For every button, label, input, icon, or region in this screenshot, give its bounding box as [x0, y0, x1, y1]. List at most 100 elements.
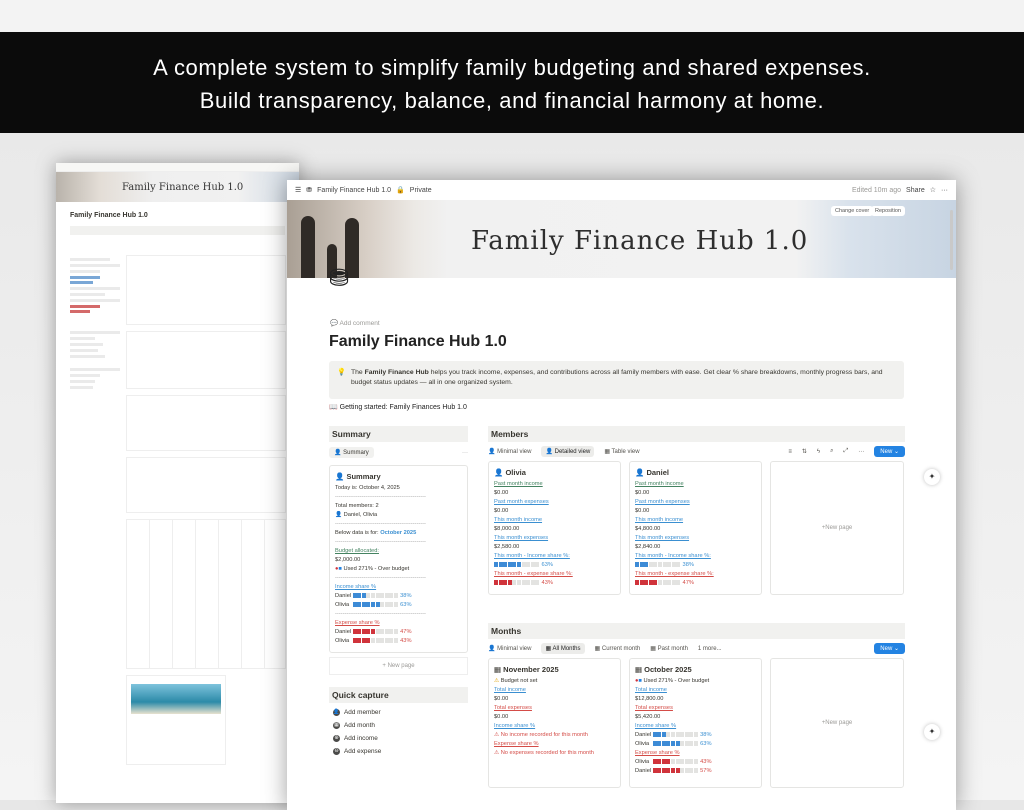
member-card[interactable]: 👤 Olivia Past month income $0.00 Past month… — [488, 461, 621, 595]
ai-assist-icon[interactable]: ✦ — [924, 469, 940, 485]
share-name: Olivia — [335, 602, 350, 608]
divider-2: ----------------------------------------… — [335, 521, 426, 527]
tab-all-months[interactable]: ▦ All Months — [541, 643, 585, 654]
month-income-share-label[interactable]: Income share % — [635, 722, 756, 731]
budget-allocated-label[interactable]: Budget allocated: — [335, 547, 462, 556]
quick-capture-list: 👤 Add member ▦ Add month ⊕ Add income ⊖ Add exp… — [329, 709, 468, 755]
this-income-label[interactable]: This month income — [494, 516, 615, 525]
past-income-label[interactable]: Past month income — [635, 480, 756, 489]
summary-card-title: 👤 Summary — [335, 472, 381, 481]
income-share-label[interactable]: Income share % — [335, 583, 462, 592]
members-new-button[interactable]: New ⌄ — [874, 446, 905, 457]
month-card[interactable]: ▦ November 2025 ⚠ Budget not set Total inc… — [488, 658, 621, 788]
thumbnail-callout — [70, 226, 285, 235]
quick-capture-heading: Quick capture — [329, 687, 468, 703]
month-status: ●■ Used 271% - Over budget — [635, 678, 710, 684]
member-card[interactable]: 👤 Daniel Past month income $0.00 Past month… — [629, 461, 762, 595]
tab-more[interactable]: 1 more... — [698, 646, 722, 652]
summary-card[interactable]: 👤 Summary Today is: October 4, 2025 ----… — [329, 465, 468, 653]
share-pct: 43% — [400, 638, 412, 644]
this-income-label[interactable]: This month income — [635, 516, 756, 525]
expense-share-label[interactable]: This month - expense share %: — [635, 570, 756, 579]
change-cover-button[interactable]: Change cover — [831, 206, 874, 216]
thumbnail-left-column — [70, 255, 120, 585]
quick-capture-item[interactable]: 👤 Add member — [333, 709, 468, 716]
total-income-label[interactable]: Total income — [635, 686, 756, 695]
cover-title: Family Finance Hub 1.0 — [471, 226, 809, 256]
thumbnail-months-board — [126, 331, 286, 389]
star-icon[interactable]: ☆ — [930, 186, 936, 194]
summary-view-tab[interactable]: 👤 Summary — [329, 447, 374, 458]
page-title[interactable]: Family Finance Hub 1.0 — [329, 333, 507, 351]
expense-share-label[interactable]: This month - expense share %: — [494, 570, 615, 579]
month-income-share-label[interactable]: Income share % — [494, 722, 615, 731]
month-expense-share-label[interactable]: Expense share % — [635, 749, 756, 758]
this-expenses-label[interactable]: This month expenses — [494, 534, 615, 543]
months-new-page[interactable]: + New page — [770, 658, 904, 788]
thumbnail-window: Family Finance Hub 1.0 Family Finance Hu… — [56, 163, 299, 803]
automation-icon[interactable]: ϟ — [817, 449, 820, 455]
summary-new-page[interactable]: + New page — [329, 657, 468, 675]
search-icon[interactable]: ⌕ — [830, 448, 833, 455]
ai-assist-icon-2[interactable]: ✦ — [924, 724, 940, 740]
members-section: Members 👤 Minimal view 👤 Detailed view ▦… — [488, 426, 905, 595]
past-expenses-label[interactable]: Past month expenses — [494, 498, 615, 507]
tab-current-month[interactable]: ▦ Current month — [595, 645, 641, 652]
past-income-label[interactable]: Past month income — [494, 480, 615, 489]
tab-past-month[interactable]: ▦ Past month — [650, 645, 688, 652]
privacy-label[interactable]: Private — [410, 187, 432, 194]
past-expenses-label[interactable]: Past month expenses — [635, 498, 756, 507]
share-name: Olivia — [335, 638, 350, 644]
share-pct: 47% — [400, 629, 412, 635]
members-tabs: 👤 Minimal view 👤 Detailed view ▦ Table v… — [488, 442, 905, 461]
scrollbar[interactable] — [950, 210, 953, 270]
tab-months-minimal[interactable]: 👤 Minimal view — [488, 645, 531, 652]
intro-callout: 💡 The Family Finance Hub helps you track… — [329, 361, 904, 399]
total-expenses-label[interactable]: Total expenses — [635, 704, 756, 713]
members-new-page[interactable]: + New page — [770, 461, 904, 595]
edited-label: Edited 10m ago — [851, 186, 902, 194]
quick-capture-item[interactable]: ⊕ Add income — [333, 735, 468, 742]
months-cards: ▦ November 2025 ⚠ Budget not set Total inc… — [488, 658, 905, 788]
breadcrumb[interactable]: Family Finance Hub 1.0 — [317, 187, 391, 194]
quick-capture-item[interactable]: ▦ Add month — [333, 722, 468, 729]
share-row: Olivia 43% — [335, 637, 462, 646]
tab-minimal-view[interactable]: 👤 Minimal view — [488, 448, 531, 455]
total-members: Total members: 2 — [335, 503, 379, 509]
thumbnail-members-board — [126, 255, 286, 325]
months-new-button[interactable]: New ⌄ — [874, 643, 905, 654]
quick-capture-icon: 👤 — [333, 709, 340, 716]
month-name: ▦ October 2025 — [635, 665, 692, 674]
income-share-bar: 63% — [494, 561, 615, 570]
filter-icon[interactable]: ≡ — [788, 449, 792, 455]
this-expenses-label[interactable]: This month expenses — [635, 534, 756, 543]
income-share-label[interactable]: This month - Income share %: — [635, 552, 756, 561]
share-name: Daniel — [335, 593, 352, 599]
total-expenses-label[interactable]: Total expenses — [494, 704, 615, 713]
expense-share-label[interactable]: Expense share % — [335, 619, 462, 628]
more-icon[interactable]: ··· — [941, 187, 948, 194]
income-share-label[interactable]: This month - Income share %: — [494, 552, 615, 561]
add-comment-button[interactable]: 💬 Add comment — [330, 319, 380, 327]
quick-capture-item[interactable]: ⊖ Add expense — [333, 748, 468, 755]
quick-capture-icon: ▦ — [333, 722, 340, 729]
sidebar-toggle-icon[interactable]: ☰ — [295, 186, 301, 194]
month-card[interactable]: ▦ October 2025 ●■ Used 271% - Over budget… — [629, 658, 762, 788]
summary-more-icon[interactable]: ··· — [462, 450, 468, 456]
more-options-icon[interactable]: ··· — [858, 449, 864, 455]
no-income-note: ⚠ No income recorded for this month — [494, 732, 588, 738]
tab-table-view[interactable]: ▦ Table view — [604, 448, 639, 455]
reposition-button[interactable]: Reposition — [871, 206, 905, 216]
total-income-label[interactable]: Total income — [494, 686, 615, 695]
divider-1: ----------------------------------------… — [335, 494, 426, 500]
page-icon[interactable]: ⛃ — [329, 264, 363, 294]
total-expenses-value: $5,420.00 — [635, 714, 661, 720]
month-expense-share-label[interactable]: Expense share % — [494, 740, 615, 749]
expense-share-bar: 47% — [635, 579, 756, 588]
sort-icon[interactable]: ⇅ — [802, 448, 807, 455]
tab-detailed-view[interactable]: 👤 Detailed view — [541, 446, 595, 457]
getting-started-link[interactable]: 📖 Getting started: Family Finances Hub 1… — [329, 403, 467, 411]
expand-icon[interactable]: ⤢ — [843, 448, 848, 455]
past-expenses-value: $0.00 — [635, 508, 650, 514]
share-button[interactable]: Share — [906, 187, 925, 194]
